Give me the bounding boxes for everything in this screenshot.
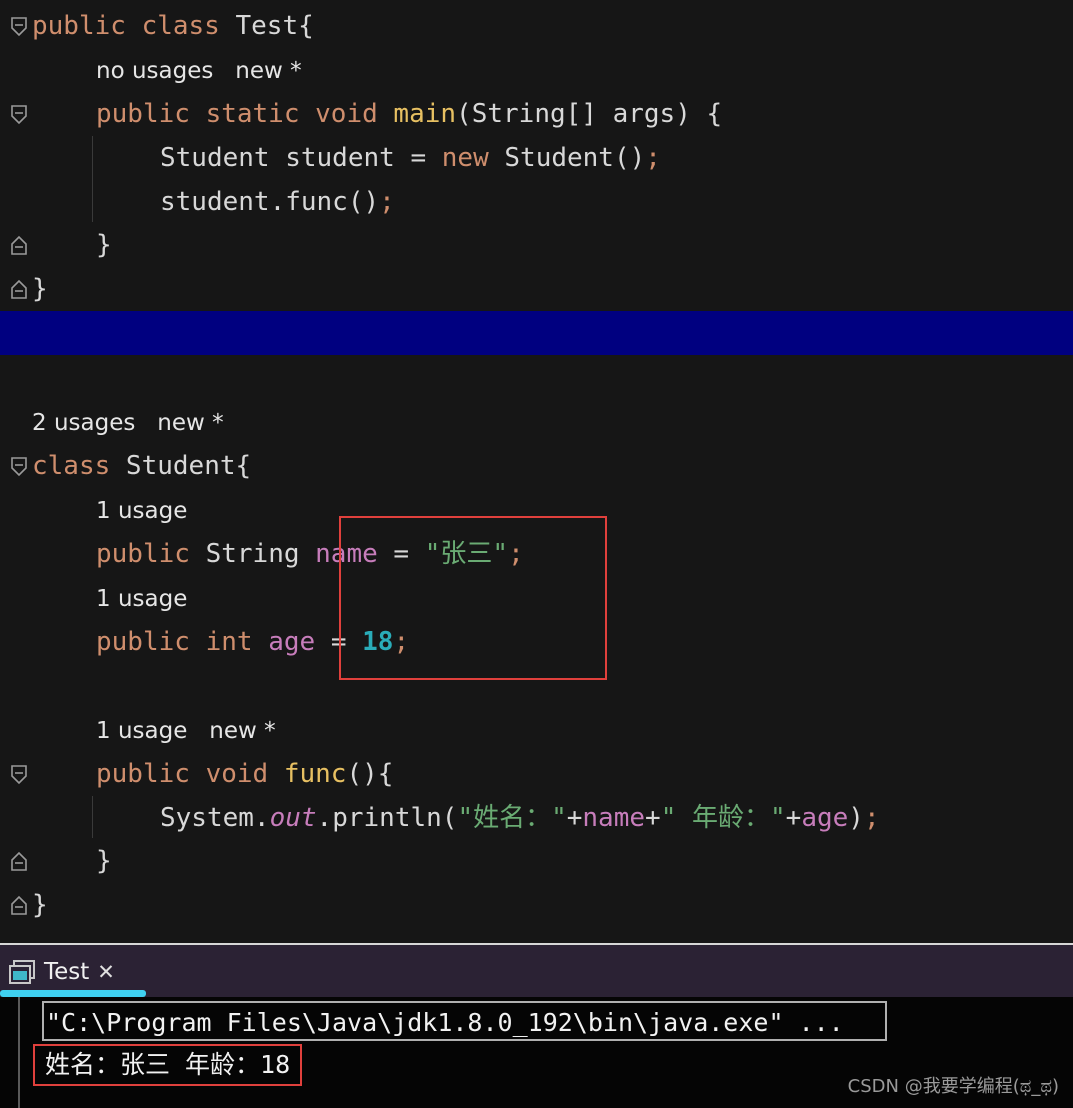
code-line-println[interactable]: System.out.println("姓名："+name+" 年龄："+age… (160, 796, 880, 840)
console-gutter (18, 997, 20, 1108)
code-line-close-brace[interactable]: } (32, 267, 48, 311)
console-command-line[interactable]: "C:\Program Files\Java\jdk1.8.0_192\bin\… (42, 1001, 887, 1041)
console-program-output: 姓名：张三 年龄：18 (33, 1044, 303, 1086)
code-line-func[interactable]: public void func(){ (96, 752, 393, 796)
usage-hint[interactable]: 1 usage (96, 489, 187, 533)
close-icon[interactable]: ✕ (97, 960, 115, 984)
fold-icon[interactable] (10, 104, 28, 126)
code-line-class-test[interactable]: public class Test{ (32, 4, 314, 48)
unfold-end-icon[interactable] (10, 278, 28, 300)
code-line-call-func[interactable]: student.func(); (160, 180, 395, 224)
code-line-main[interactable]: public static void main(String[] args) { (96, 92, 722, 136)
usage-hint[interactable]: 2 usages new * (32, 401, 224, 445)
current-line-highlight (0, 311, 1073, 355)
watermark: CSDN @我要学编程(ಥ_ಥ) (847, 1076, 1059, 1097)
usage-hint[interactable]: no usages new * (96, 49, 302, 93)
code-line-new-student[interactable]: Student student = new Student(); (160, 136, 661, 180)
run-toolbar (0, 943, 1073, 997)
fold-icon[interactable] (10, 764, 28, 786)
run-tab-label: Test (44, 959, 90, 985)
code-line-class-student[interactable]: class Student{ (32, 444, 251, 488)
active-tab-indicator (0, 990, 146, 997)
code-line-close-brace[interactable]: } (32, 883, 48, 927)
unfold-end-icon[interactable] (10, 234, 28, 256)
code-editor[interactable]: public class Test{ no usages new * publi… (0, 0, 1073, 943)
fold-icon[interactable] (10, 16, 28, 38)
unfold-end-icon[interactable] (10, 850, 28, 872)
fold-icon[interactable] (10, 456, 28, 478)
indent-guide (92, 136, 93, 222)
unfold-end-icon[interactable] (10, 894, 28, 916)
indent-guide (92, 796, 93, 838)
console-window-icon (9, 960, 35, 984)
code-line-close-brace[interactable]: } (96, 839, 112, 883)
run-tab-test[interactable]: Test ✕ (8, 955, 115, 989)
annotation-box (339, 516, 607, 680)
usage-hint[interactable]: 1 usage (96, 577, 187, 621)
usage-hint[interactable]: 1 usage new * (96, 709, 276, 753)
code-line-close-brace[interactable]: } (96, 223, 112, 267)
